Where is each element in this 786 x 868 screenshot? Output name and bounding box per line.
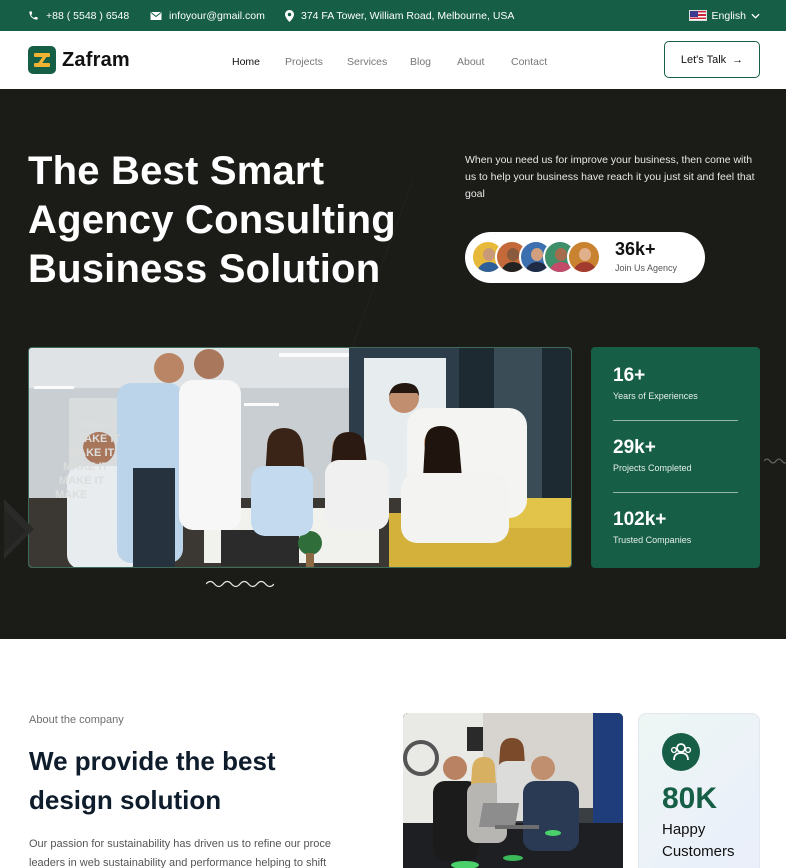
- arrow-right-icon: →: [732, 53, 744, 66]
- phone-contact[interactable]: +88 ( 5548 ) 6548: [28, 0, 129, 31]
- stat-divider: [613, 420, 738, 421]
- stat-label: Projects Completed: [613, 463, 692, 473]
- location-pin-icon: [285, 9, 294, 22]
- team-meeting-illustration: MAKE MAKE IT MAKE IT MAKE IT MAKE IT MAK…: [29, 348, 571, 567]
- address-contact: 374 FA Tower, William Road, Melbourne, U…: [285, 0, 514, 31]
- stat-label: Years of Experiences: [613, 391, 698, 401]
- poster-text: MAKE: [81, 419, 113, 431]
- join-count: 36k+: [615, 239, 656, 259]
- stat-divider: [613, 492, 738, 493]
- us-flag-icon: [688, 10, 707, 21]
- top-contact-bar: +88 ( 5548 ) 6548 infoyour@gmail.com 374…: [0, 0, 786, 31]
- nav-item-services[interactable]: Services: [347, 31, 387, 89]
- poster-text: MAKE IT: [69, 447, 115, 459]
- stat-value: 29k+: [613, 437, 656, 458]
- email-address: infoyour@gmail.com: [169, 9, 265, 22]
- brand-logo[interactable]: Zafram: [28, 46, 130, 74]
- brand-name: Zafram: [62, 48, 130, 71]
- kpi-label: Happy Customers: [662, 821, 735, 860]
- main-navbar: Zafram Home Projects Services Blog About…: [0, 31, 786, 89]
- join-label: Join Us Agency: [615, 263, 678, 273]
- email-contact[interactable]: infoyour@gmail.com: [150, 0, 265, 31]
- nav-item-projects[interactable]: Projects: [285, 31, 323, 89]
- logo-mark-icon: [28, 46, 56, 74]
- hero-section: The Best Smart Agency Consulting Busines…: [0, 89, 786, 639]
- about-kicker: About the company: [29, 714, 124, 726]
- mail-icon: [150, 11, 162, 20]
- nav-item-home[interactable]: Home: [232, 31, 260, 89]
- triangle-decoration-icon: [4, 499, 34, 559]
- stat-value: 102k+: [613, 509, 667, 530]
- team-meeting-photo: MAKE MAKE IT MAKE IT MAKE IT MAKE IT MAK…: [28, 347, 572, 568]
- phone-number: +88 ( 5548 ) 6548: [46, 9, 130, 22]
- phone-icon: [29, 11, 38, 20]
- poster-text: MAKE IT: [75, 433, 121, 445]
- wave-decoration-icon: [764, 458, 786, 464]
- hero-title: The Best Smart Agency Consulting Busines…: [28, 149, 396, 291]
- stat-projects: 29k+ Projects Completed: [613, 437, 692, 473]
- nav-item-about[interactable]: About: [457, 31, 484, 89]
- nav-item-contact[interactable]: Contact: [511, 31, 547, 89]
- users-icon: [662, 733, 700, 771]
- stat-years: 16+ Years of Experiences: [613, 365, 698, 401]
- poster-text: MAKE IT: [63, 461, 109, 473]
- wave-decoration-icon: [206, 580, 274, 588]
- address-text: 374 FA Tower, William Road, Melbourne, U…: [301, 9, 515, 22]
- language-label: English: [711, 9, 746, 22]
- nav-item-blog[interactable]: Blog: [410, 31, 431, 89]
- language-selector[interactable]: English: [688, 0, 760, 31]
- hero-description: When you need us for improve your busine…: [465, 154, 755, 200]
- stat-value: 16+: [613, 365, 646, 386]
- stat-companies: 102k+ Trusted Companies: [613, 509, 691, 545]
- stats-panel: 16+ Years of Experiences 29k+ Projects C…: [591, 347, 760, 568]
- join-us-badge: 36k+ Join Us Agency: [465, 232, 705, 283]
- happy-customers-card: 80K Happy Customers: [638, 713, 760, 868]
- team-laptop-illustration: [403, 713, 623, 868]
- poster-text: MAKE IT: [59, 475, 105, 487]
- about-team-photo: [403, 713, 623, 868]
- kpi-value: 80K: [662, 782, 718, 815]
- chevron-down-icon: [751, 13, 760, 19]
- avatar: [567, 240, 601, 274]
- about-title: We provide the best design solution: [29, 746, 276, 815]
- poster-text: MAKE: [55, 489, 87, 501]
- lets-talk-button[interactable]: Let's Talk →: [664, 41, 760, 78]
- stat-label: Trusted Companies: [613, 535, 692, 545]
- about-body: Our passion for sustainability has drive…: [29, 838, 332, 868]
- lets-talk-label: Let's Talk: [680, 53, 727, 66]
